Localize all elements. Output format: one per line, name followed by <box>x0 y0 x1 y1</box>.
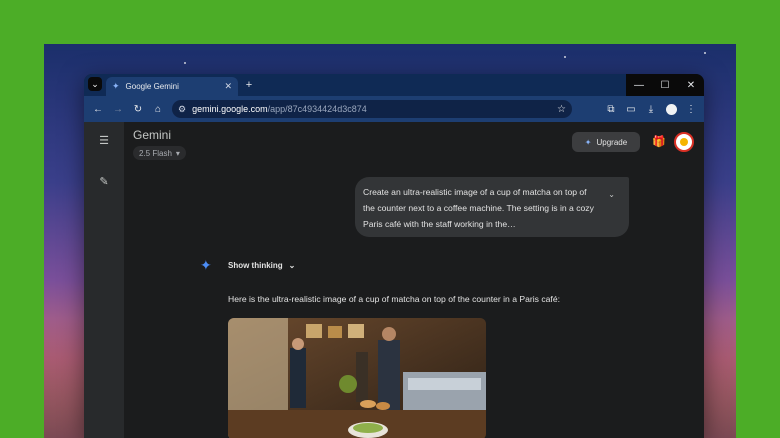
address-bar[interactable]: ⚙ gemini.google.com/app/87c4934424d3c874… <box>172 100 572 118</box>
chevron-down-icon: ⌄ <box>288 261 296 270</box>
app-title: Gemini <box>133 128 172 142</box>
user-message: Create an ultra-realistic image of a cup… <box>355 177 629 237</box>
caret-down-icon: ▾ <box>175 148 180 158</box>
url-host: gemini.google.com <box>192 104 268 114</box>
response-text: Here is the ultra-realistic image of a c… <box>228 294 560 304</box>
generated-image[interactable] <box>228 318 486 438</box>
toolbar-right: ⧉ ▭ ⤓ ⋮ <box>602 99 700 119</box>
cafe-image-illustration <box>228 318 486 438</box>
download-icon[interactable]: ⤓ <box>642 99 660 119</box>
tune-icon[interactable]: ⚙ <box>178 104 186 115</box>
profile-button[interactable] <box>662 99 680 119</box>
show-thinking-toggle[interactable]: Show thinking ⌄ <box>228 261 295 270</box>
browser-window: ⌄ ✦ Google Gemini ✕ + — ☐ ✕ ← → ↻ ⌂ ⚙ ge… <box>84 74 704 438</box>
maximize-icon[interactable]: ☐ <box>652 74 678 96</box>
window-controls: — ☐ ✕ <box>626 74 704 96</box>
tab-title: Google Gemini <box>125 82 179 91</box>
upgrade-label: Upgrade <box>596 137 628 147</box>
gemini-spark-icon: ✦ <box>200 257 212 273</box>
kebab-icon[interactable]: ⋮ <box>682 99 700 119</box>
browser-toolbar: ← → ↻ ⌂ ⚙ gemini.google.com/app/87c49344… <box>84 96 704 122</box>
hamburger-icon[interactable]: ☰ <box>99 134 109 147</box>
upgrade-button[interactable]: ✦ Upgrade <box>572 132 640 152</box>
arrow-left-icon[interactable]: ← <box>88 99 108 119</box>
user-message-text: Create an ultra-realistic image of a cup… <box>363 187 594 229</box>
spark-icon: ✦ <box>584 137 592 147</box>
gift-icon[interactable]: 🎁 <box>652 135 666 148</box>
home-icon[interactable]: ⌂ <box>148 99 168 119</box>
model-label: 2.5 Flash <box>139 148 172 158</box>
puzzle-icon[interactable]: ⧉ <box>602 99 620 119</box>
new-tab-button[interactable]: + <box>242 78 256 92</box>
account-avatar[interactable] <box>674 132 694 152</box>
edit-icon[interactable]: ✎ <box>99 175 108 188</box>
tab-gemini[interactable]: ✦ Google Gemini ✕ <box>106 77 238 96</box>
chat-main: Gemini 2.5 Flash ▾ ✦ Upgrade 🎁 Create an… <box>124 122 704 438</box>
model-selector[interactable]: 2.5 Flash ▾ <box>133 146 186 160</box>
close-window-icon[interactable]: ✕ <box>678 74 704 96</box>
tab-strip: ⌄ ✦ Google Gemini ✕ + — ☐ ✕ <box>84 74 704 96</box>
chevron-down-icon[interactable]: ⌄ <box>608 187 615 203</box>
arrow-right-icon[interactable]: → <box>108 99 128 119</box>
star-icon[interactable]: ☆ <box>557 104 566 115</box>
show-thinking-label: Show thinking <box>228 261 283 270</box>
minimize-icon[interactable]: — <box>626 74 652 96</box>
close-icon[interactable]: ✕ <box>224 81 232 92</box>
tab-search-button[interactable]: ⌄ <box>88 77 102 91</box>
side-rail: ☰ ✎ <box>84 122 124 438</box>
gemini-page: ☰ ✎ Gemini 2.5 Flash ▾ ✦ Upgrade 🎁 Creat… <box>84 122 704 438</box>
avatar <box>665 103 677 115</box>
gemini-spark-icon: ✦ <box>112 81 120 91</box>
cast-icon[interactable]: ▭ <box>622 99 640 119</box>
url-path: /app/87c4934424d3c874 <box>267 104 367 114</box>
reload-icon[interactable]: ↻ <box>128 99 148 119</box>
chevron-down-icon: ⌄ <box>91 78 99 89</box>
